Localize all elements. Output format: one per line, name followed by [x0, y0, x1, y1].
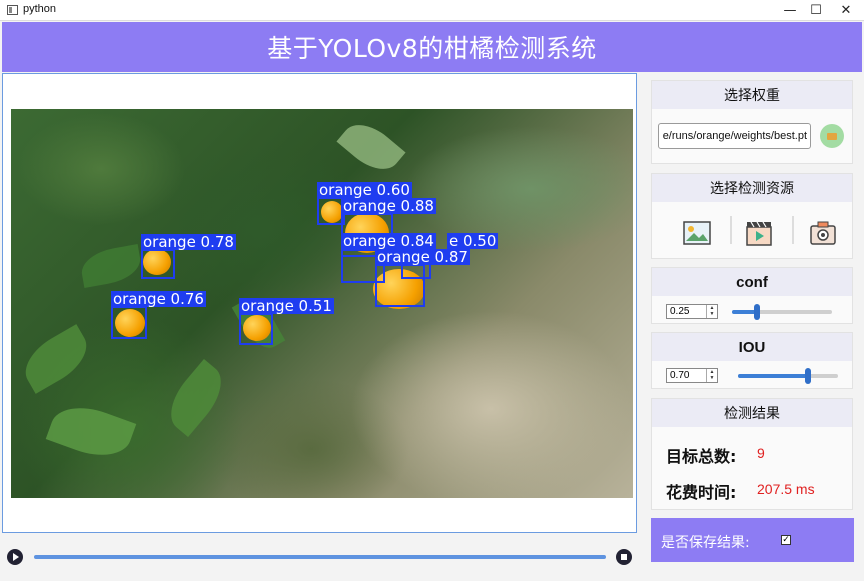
image-icon[interactable] [682, 218, 712, 248]
save-result-checkbox[interactable]: ✓ [781, 535, 791, 545]
elapsed-time-value: 207.5 ms [757, 481, 815, 497]
detection-label: orange 0.87 [375, 248, 470, 266]
leaf-shape [78, 244, 144, 288]
save-result-label: 是否保存结果: [661, 535, 750, 551]
conf-title: conf [652, 268, 852, 296]
detection-video-frame: orange 0.60 orange 0.88 orange 0.78 oran… [11, 109, 633, 498]
playback-controls [0, 540, 640, 574]
detection-label: e 0.50 [447, 232, 499, 250]
detection-label: orange 0.78 [141, 233, 236, 251]
iou-title: IOU [652, 333, 852, 361]
target-count-value: 9 [757, 445, 765, 461]
iou-slider-handle[interactable] [805, 368, 811, 384]
iou-panel: IOU 0.70 ▲ ▼ [651, 332, 853, 389]
iou-slider[interactable] [738, 368, 838, 384]
page-title: 基于YOLOv8的柑橘检测系统 [267, 34, 597, 63]
detection-label: orange 0.84 [341, 232, 436, 250]
iou-spinbox[interactable]: 0.70 ▲ ▼ [666, 368, 718, 383]
save-result-bar: 是否保存结果: ✓ [651, 518, 854, 562]
results-title: 检测结果 [652, 399, 852, 427]
app-icon [7, 5, 18, 15]
window-titlebar: python — ☐ ✕ [0, 0, 864, 21]
progress-slider[interactable] [34, 555, 606, 559]
conf-value: 0.25 [670, 306, 690, 317]
leaf-shape [45, 396, 137, 467]
play-button[interactable] [7, 549, 23, 565]
source-panel: 选择检测资源 [651, 173, 853, 259]
folder-icon[interactable] [820, 124, 844, 148]
elapsed-time-label: 花费时间: [666, 483, 737, 502]
results-panel: 检测结果 目标总数: 9 花费时间: 207.5 ms [651, 398, 853, 510]
detection-label: orange 0.76 [111, 290, 206, 308]
detection-box [141, 249, 175, 279]
weights-panel-title: 选择权重 [652, 81, 852, 109]
detection-box [111, 306, 147, 339]
conf-panel: conf 0.25 ▲ ▼ [651, 267, 853, 324]
leaf-shape [15, 324, 97, 394]
camera-icon[interactable] [808, 218, 838, 248]
target-count-label: 目标总数: [666, 447, 737, 466]
close-button[interactable]: ✕ [828, 0, 864, 21]
iou-slider-fill [738, 374, 808, 378]
stop-button[interactable] [616, 549, 632, 565]
detection-box [375, 264, 425, 307]
conf-spinbox[interactable]: 0.25 ▲ ▼ [666, 304, 718, 319]
leaf-shape [336, 113, 406, 181]
app-header: 基于YOLOv8的柑橘检测系统 [2, 22, 862, 72]
detection-label: orange 0.88 [341, 197, 436, 215]
conf-slider-handle[interactable] [754, 304, 760, 320]
spin-arrows-icon[interactable]: ▲ ▼ [706, 305, 717, 318]
detection-box [239, 313, 273, 345]
leaf-shape [158, 358, 234, 438]
detection-label: orange 0.51 [239, 297, 334, 315]
separator [730, 216, 732, 244]
detection-label: orange 0.60 [317, 181, 412, 199]
spin-arrows-icon[interactable]: ▲ ▼ [706, 369, 717, 382]
video-icon[interactable] [744, 218, 774, 248]
source-panel-title: 选择检测资源 [652, 174, 852, 202]
video-display-frame: orange 0.60 orange 0.88 orange 0.78 oran… [2, 73, 637, 533]
weights-path-input[interactable]: e/runs/orange/weights/best.pt [658, 123, 811, 149]
separator [792, 216, 794, 244]
window-title: python [23, 3, 57, 15]
weights-panel: 选择权重 e/runs/orange/weights/best.pt [651, 80, 853, 164]
iou-value: 0.70 [670, 370, 690, 381]
conf-slider[interactable] [732, 304, 832, 320]
